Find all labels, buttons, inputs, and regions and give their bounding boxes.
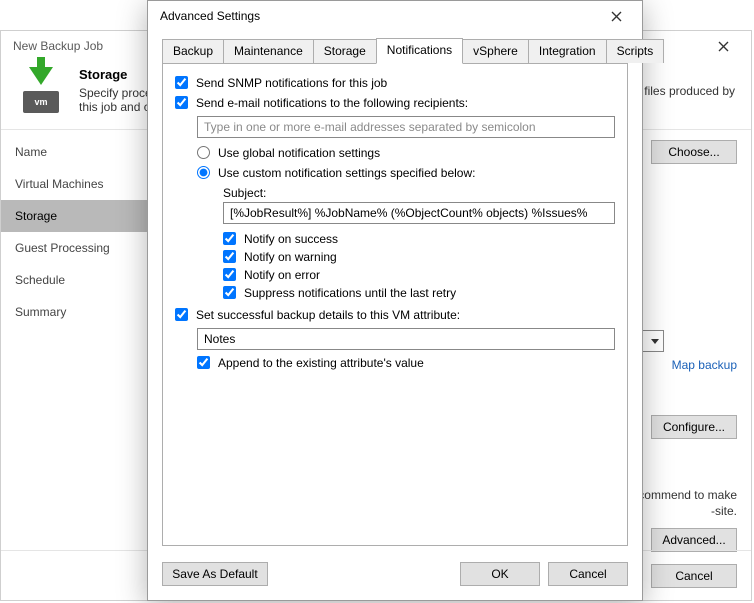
front-close-button[interactable]: [594, 2, 638, 30]
notify-warning-label: Notify on warning: [244, 250, 337, 264]
recommend-text-a: commend to make: [638, 488, 737, 502]
subject-wrap: [223, 202, 615, 224]
vm-attribute-input[interactable]: [197, 328, 615, 350]
step-desc-right: files produced by: [644, 84, 735, 98]
step-desc-line2: this job and c: [79, 100, 152, 114]
tab-storage[interactable]: Storage: [313, 39, 377, 63]
custom-settings-label: Use custom notification settings specifi…: [218, 166, 475, 180]
notify-group: Notify on success Notify on warning Noti…: [223, 232, 615, 300]
suppress-retry-checkbox[interactable]: [223, 286, 236, 299]
step-title: Storage: [79, 67, 152, 82]
sidebar-item-virtual-machines[interactable]: Virtual Machines: [1, 168, 150, 200]
cancel-button[interactable]: Cancel: [548, 562, 628, 586]
back-cancel-button[interactable]: Cancel: [651, 564, 737, 588]
sidebar-label: Storage: [15, 209, 57, 223]
sidebar-item-summary[interactable]: Summary: [1, 296, 150, 328]
tab-scripts[interactable]: Scripts: [606, 39, 665, 63]
append-attribute-label: Append to the existing attribute's value: [218, 356, 424, 370]
notify-error-label: Notify on error: [244, 268, 320, 282]
ok-button[interactable]: OK: [460, 562, 540, 586]
subject-input[interactable]: [223, 202, 615, 224]
save-as-default-button[interactable]: Save As Default: [162, 562, 268, 586]
set-attribute-label: Set successful backup details to this VM…: [196, 308, 460, 322]
notify-warning-checkbox[interactable]: [223, 250, 236, 263]
front-title: Advanced Settings: [160, 9, 260, 23]
back-title: New Backup Job: [13, 39, 103, 53]
notify-success-label: Notify on success: [244, 232, 338, 246]
custom-settings-row: Use custom notification settings specifi…: [197, 166, 615, 180]
sidebar-label: Virtual Machines: [15, 177, 104, 191]
front-titlebar: Advanced Settings: [148, 1, 642, 32]
email-field-wrap: [197, 116, 615, 138]
global-settings-label: Use global notification settings: [218, 146, 380, 160]
configure-button[interactable]: Configure...: [651, 415, 737, 439]
chevron-down-icon: [651, 339, 659, 344]
snmp-checkbox[interactable]: [175, 76, 188, 89]
advanced-button[interactable]: Advanced...: [651, 528, 737, 552]
snmp-row: Send SNMP notifications for this job: [175, 76, 615, 90]
email-recipients-input[interactable]: [197, 116, 615, 138]
front-footer: Save As Default OK Cancel: [148, 558, 642, 600]
sidebar-label: Guest Processing: [15, 241, 110, 255]
email-row: Send e-mail notifications to the followi…: [175, 96, 615, 110]
notify-success-checkbox[interactable]: [223, 232, 236, 245]
suppress-retry-label: Suppress notifications until the last re…: [244, 286, 456, 300]
sidebar-item-schedule[interactable]: Schedule: [1, 264, 150, 296]
vm-attribute-section: Set successful backup details to this VM…: [175, 308, 615, 370]
back-close-button[interactable]: [703, 32, 743, 60]
step-desc-part1: Specify proce: [79, 86, 152, 100]
email-checkbox[interactable]: [175, 96, 188, 109]
map-backup-link[interactable]: Map backup: [672, 358, 737, 372]
tab-backup[interactable]: Backup: [162, 39, 224, 63]
tab-maintenance[interactable]: Maintenance: [223, 39, 314, 63]
close-icon: [611, 11, 622, 22]
global-settings-row: Use global notification settings: [197, 146, 615, 160]
custom-settings-radio[interactable]: [197, 166, 210, 179]
sidebar-item-guest-processing[interactable]: Guest Processing: [1, 232, 150, 264]
sidebar-item-name[interactable]: Name: [1, 136, 150, 168]
email-label: Send e-mail notifications to the followi…: [196, 96, 468, 110]
step-desc: Specify proce: [79, 86, 152, 100]
vm-badge: vm: [23, 91, 59, 113]
notifications-panel: Send SNMP notifications for this job Sen…: [162, 64, 628, 546]
tab-integration[interactable]: Integration: [528, 39, 607, 63]
wizard-sidebar: Name Virtual Machines Storage Guest Proc…: [1, 130, 151, 560]
subject-label: Subject:: [223, 186, 615, 200]
tab-notifications[interactable]: Notifications: [376, 38, 463, 64]
tabstrip: Backup Maintenance Storage Notifications…: [162, 38, 628, 64]
global-settings-radio[interactable]: [197, 146, 210, 159]
storage-step-icon: vm: [17, 67, 65, 115]
notify-error-checkbox[interactable]: [223, 268, 236, 281]
front-body: Backup Maintenance Storage Notifications…: [162, 38, 628, 546]
close-icon: [718, 41, 729, 52]
sidebar-label: Name: [15, 145, 47, 159]
advanced-settings-dialog: Advanced Settings Backup Maintenance Sto…: [147, 0, 643, 601]
snmp-label: Send SNMP notifications for this job: [196, 76, 387, 90]
recommend-text-b: -site.: [711, 504, 737, 518]
sidebar-item-storage[interactable]: Storage: [1, 200, 150, 232]
sidebar-label: Summary: [15, 305, 66, 319]
tab-vsphere[interactable]: vSphere: [462, 39, 529, 63]
set-attribute-checkbox[interactable]: [175, 308, 188, 321]
sidebar-label: Schedule: [15, 273, 65, 287]
append-attribute-checkbox[interactable]: [197, 356, 210, 369]
choose-button[interactable]: Choose...: [651, 140, 737, 164]
